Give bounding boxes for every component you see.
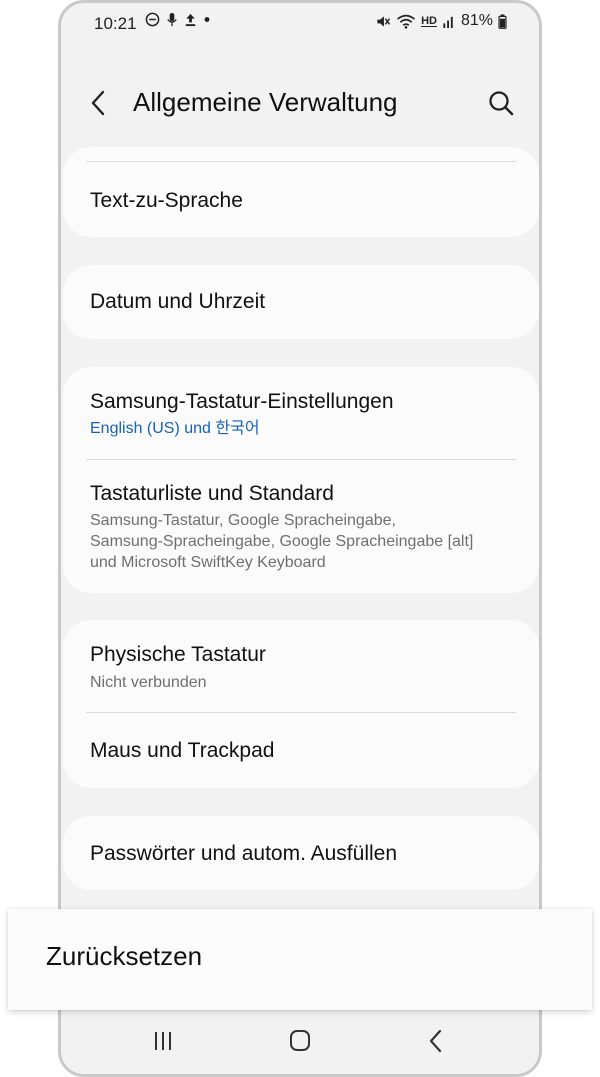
- setting-title: Datum und Uhrzeit: [90, 290, 266, 313]
- status-time: 10:21: [94, 14, 137, 33]
- reset-label: Zurücksetzen: [46, 941, 203, 971]
- setting-title: Passwörter und autom. Ausfüllen: [90, 842, 398, 865]
- signal-icon: [443, 16, 453, 28]
- battery-icon: [498, 13, 507, 29]
- setting-subtitle-line2: Samsung-Spracheingabe, Google Spracheing…: [90, 533, 474, 550]
- navigation-bar: [61, 1009, 539, 1074]
- settings-card-speech: Text-zu-Sprache: [63, 147, 539, 237]
- setting-subtitle-line3: und Microsoft SwiftKey Keyboard: [90, 554, 326, 571]
- page-title: Allgemeine Verwaltung: [133, 87, 398, 117]
- mic-icon: [167, 12, 177, 27]
- back-arrow-icon[interactable]: [83, 87, 115, 119]
- search-icon[interactable]: [485, 87, 517, 119]
- setting-subtitle: Nicht verbunden: [90, 674, 207, 691]
- hd-voice-icon: HD: [421, 14, 437, 27]
- setting-date-time[interactable]: Datum und Uhrzeit: [90, 265, 512, 339]
- setting-samsung-keyboard[interactable]: Samsung-Tastatur-Einstellungen English (…: [90, 367, 512, 459]
- setting-title: Tastaturliste und Standard: [90, 482, 334, 505]
- setting-title: Text-zu-Sprache: [90, 189, 243, 212]
- setting-title: Samsung-Tastatur-Einstellungen: [90, 390, 394, 413]
- setting-subtitle-line1: Samsung-Tastatur, Google Spracheingabe,: [90, 512, 396, 529]
- setting-title: Maus und Trackpad: [90, 739, 275, 762]
- setting-title: Physische Tastatur: [90, 643, 266, 666]
- back-icon[interactable]: [416, 1023, 456, 1059]
- settings-card-input-devices: Physische Tastatur Nicht verbunden Maus …: [63, 620, 539, 788]
- setting-physical-keyboard[interactable]: Physische Tastatur Nicht verbunden: [90, 620, 512, 712]
- settings-card-keyboard: Samsung-Tastatur-Einstellungen English (…: [63, 367, 539, 593]
- settings-card-passwords: Passwörter und autom. Ausfüllen: [63, 816, 539, 890]
- upload-icon: [185, 13, 196, 27]
- setting-mouse-trackpad[interactable]: Maus und Trackpad: [90, 713, 512, 788]
- dot-icon: [204, 17, 210, 22]
- settings-card-datetime: Datum und Uhrzeit: [63, 265, 539, 339]
- mute-icon: [377, 15, 391, 27]
- home-icon[interactable]: [280, 1023, 320, 1059]
- setting-text-to-speech[interactable]: Text-zu-Sprache: [90, 161, 512, 237]
- setting-subtitle: English (US) und 한국어: [90, 420, 260, 437]
- battery-percent: 81%: [460, 12, 493, 29]
- dnd-icon: [145, 12, 160, 27]
- wifi-icon: [397, 14, 416, 29]
- status-bar: 10:21 HD 81%: [61, 3, 539, 47]
- reset-popup[interactable]: Zurücksetzen: [8, 909, 592, 1010]
- recent-apps-icon[interactable]: [143, 1023, 183, 1059]
- setting-keyboard-list[interactable]: Tastaturliste und Standard Samsung-Tasta…: [90, 460, 512, 593]
- app-bar: Allgemeine Verwaltung: [61, 75, 539, 135]
- setting-passwords-autofill[interactable]: Passwörter und autom. Ausfüllen: [90, 816, 512, 890]
